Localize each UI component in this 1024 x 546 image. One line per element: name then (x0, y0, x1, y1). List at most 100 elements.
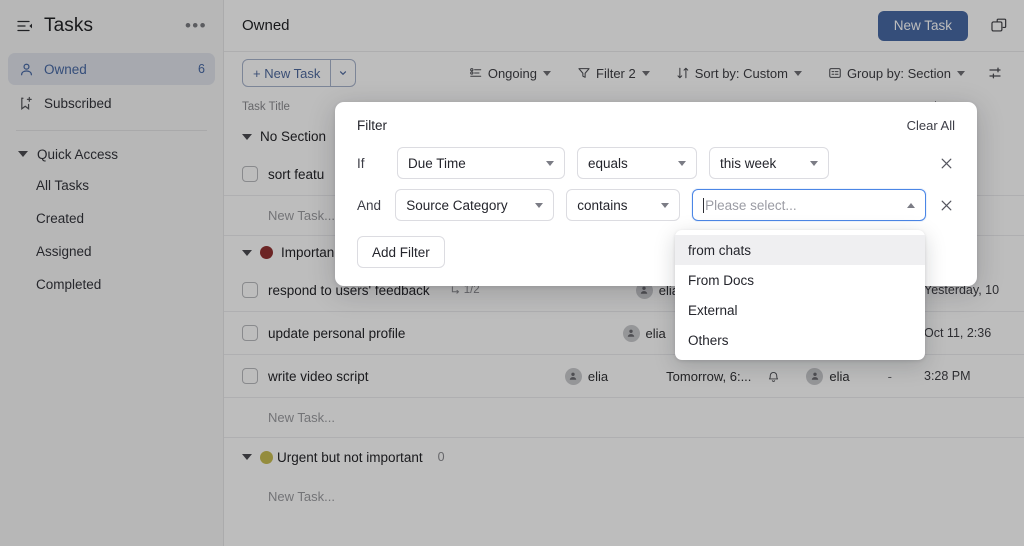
task-empty-value: - (888, 369, 892, 384)
more-options-icon[interactable]: ••• (185, 22, 207, 30)
task-checkbox[interactable] (242, 368, 258, 384)
new-task-button[interactable]: New Task (878, 11, 968, 41)
sidebar-item-assigned[interactable]: Assigned (0, 235, 223, 268)
owner-name: elia (646, 326, 666, 341)
sidebar-sub-label: Assigned (36, 244, 92, 259)
chevron-down-icon (18, 151, 28, 157)
bookmark-plus-icon (18, 95, 34, 111)
new-task-inline-urgent[interactable]: New Task... (224, 476, 1024, 516)
sidebar-sub-label: All Tasks (36, 178, 89, 193)
chevron-up-icon (907, 203, 915, 208)
new-task-split-label[interactable]: + New Task (243, 60, 330, 86)
task-checkbox[interactable] (242, 325, 258, 341)
sidebar-sub-label: Completed (36, 277, 101, 292)
sliders-icon[interactable] (982, 59, 1010, 87)
owner-name: elia (588, 369, 608, 384)
dropdown-option[interactable]: From Docs (675, 265, 925, 295)
sidebar-item-created[interactable]: Created (0, 202, 223, 235)
task-created-at: 3:28 PM (924, 369, 1010, 383)
sidebar-group-label: Quick Access (37, 147, 118, 162)
task-created-at: Oct 11, 2:36 (924, 326, 1010, 340)
filter-value-select[interactable]: this week (709, 147, 829, 179)
toolbar-button-label: Filter 2 (596, 66, 636, 81)
chevron-down-icon[interactable] (331, 60, 355, 86)
filter-field-select[interactable]: Source Category (395, 189, 554, 221)
reminder-bell-icon[interactable] (767, 370, 780, 383)
sidebar-sub-label: Created (36, 211, 84, 226)
sort-arrows-icon (676, 66, 690, 80)
filter-conjunction: And (357, 198, 383, 213)
sidebar: Tasks ••• Owned 6 Subscribed Qu (0, 0, 224, 546)
task-owner-chip[interactable]: elia (623, 325, 666, 342)
chevron-down-icon (642, 71, 650, 76)
table-row[interactable]: write video script elia Tomorrow, 6:... (224, 355, 1024, 398)
add-filter-button[interactable]: Add Filter (357, 236, 445, 268)
chevron-down-icon (242, 134, 252, 140)
avatar (806, 368, 823, 385)
filter-popover-header: Filter Clear All (357, 118, 955, 133)
sidebar-item-completed[interactable]: Completed (0, 268, 223, 301)
sidebar-item-count: 6 (198, 62, 205, 76)
clear-all-button[interactable]: Clear All (907, 118, 955, 133)
remove-filter-row-button[interactable] (937, 154, 955, 172)
section-header-urgent[interactable]: Urgent but not important 0 (224, 438, 1024, 476)
task-checkbox[interactable] (242, 166, 258, 182)
filter-popover-title: Filter (357, 118, 907, 133)
dropdown-option[interactable]: from chats (675, 235, 925, 265)
toolbar-button-label: Group by: Section (847, 66, 951, 81)
filter-field-select[interactable]: Due Time (397, 147, 565, 179)
assignee-name: elia (829, 369, 849, 384)
filter-value-combobox[interactable]: Please select... (692, 189, 926, 221)
task-assignee-chip[interactable]: elia (806, 368, 849, 385)
split-panel-icon[interactable] (988, 15, 1010, 37)
filter-field-value: Due Time (408, 156, 538, 171)
chevron-down-icon (535, 203, 543, 208)
tool-bar: + New Task Ongoing (224, 52, 1024, 94)
new-task-split-button[interactable]: + New Task (242, 59, 356, 87)
toolbar-filter-button[interactable]: Filter 2 (568, 59, 659, 87)
remove-filter-row-button[interactable] (938, 196, 955, 214)
filter-operator-select[interactable]: contains (566, 189, 680, 221)
sidebar-title: Tasks (44, 15, 175, 37)
toolbar-button-label: Ongoing (488, 66, 537, 81)
top-bar: Owned New Task (224, 0, 1024, 52)
task-owner-chip[interactable]: elia (565, 368, 608, 385)
task-title: sort featu (268, 167, 324, 182)
filter-value-dropdown: from chats From Docs External Others (675, 230, 925, 360)
toolbar-ongoing-button[interactable]: Ongoing (460, 59, 560, 87)
task-checkbox[interactable] (242, 282, 258, 298)
user-icon (18, 61, 34, 77)
dropdown-option[interactable]: External (675, 295, 925, 325)
filter-row: If Due Time equals this week (357, 147, 955, 179)
section-name: No Section (260, 129, 326, 144)
task-title: write video script (268, 369, 369, 384)
text-cursor (703, 198, 704, 213)
collapse-panel-icon[interactable] (16, 17, 34, 35)
new-task-inline-important[interactable]: New Task... (224, 398, 1024, 438)
filter-operator-value: equals (588, 156, 670, 171)
chevron-down-icon (661, 203, 669, 208)
toolbar-button-label: Sort by: Custom (695, 66, 788, 81)
filter-operator-value: contains (577, 198, 653, 213)
status-list-icon (469, 66, 483, 80)
task-due-date[interactable]: Tomorrow, 6:... (666, 369, 751, 384)
filter-operator-select[interactable]: equals (577, 147, 697, 179)
sidebar-divider (16, 130, 207, 131)
dropdown-option[interactable]: Others (675, 325, 925, 355)
section-count: 0 (438, 450, 445, 464)
section-name: Importan (281, 245, 334, 260)
task-title: update personal profile (268, 326, 405, 341)
avatar (565, 368, 582, 385)
sidebar-item-owned[interactable]: Owned 6 (8, 53, 215, 85)
filter-value: this week (720, 156, 802, 171)
sidebar-item-label: Subscribed (44, 96, 195, 111)
toolbar-group-button[interactable]: Group by: Section (819, 59, 974, 87)
avatar (623, 325, 640, 342)
section-color-dot (260, 246, 273, 259)
chevron-down-icon (242, 250, 252, 256)
filter-row: And Source Category contains Please sele… (357, 189, 955, 221)
sidebar-item-subscribed[interactable]: Subscribed (8, 87, 215, 119)
toolbar-sort-button[interactable]: Sort by: Custom (667, 59, 811, 87)
sidebar-item-all-tasks[interactable]: All Tasks (0, 169, 223, 202)
sidebar-group-quick-access[interactable]: Quick Access (0, 139, 223, 169)
